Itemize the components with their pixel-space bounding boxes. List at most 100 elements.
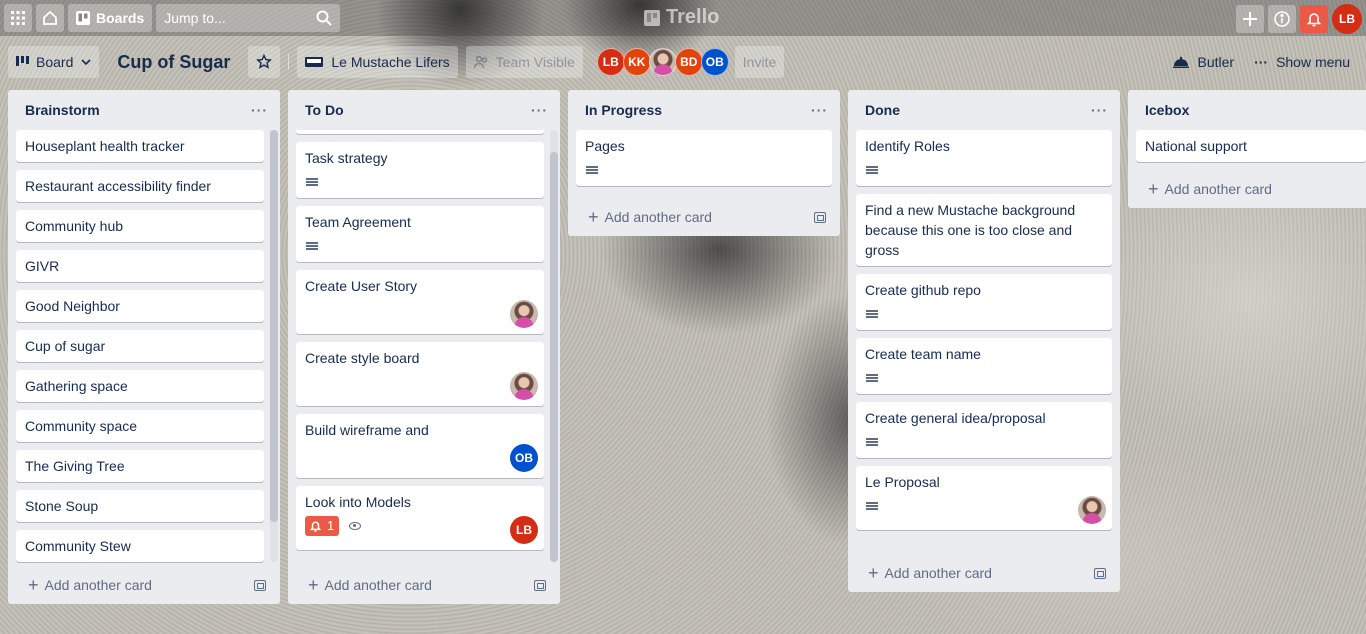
card[interactable]: Create general idea/proposal bbox=[856, 402, 1112, 458]
search-icon bbox=[316, 10, 332, 26]
search-input[interactable]: Jump to... bbox=[156, 4, 341, 32]
notification-count: 1 bbox=[327, 518, 335, 533]
card-template-icon[interactable] bbox=[254, 579, 266, 591]
card-title: Pages bbox=[585, 138, 625, 154]
boards-button[interactable]: Boards bbox=[68, 4, 153, 32]
trello-logo[interactable]: Trello bbox=[644, 6, 719, 29]
card-title: Create team name bbox=[865, 346, 981, 362]
card[interactable]: Find a new Mustache background because t… bbox=[856, 194, 1112, 266]
show-menu-button[interactable]: ··· Show menu bbox=[1246, 46, 1358, 78]
card[interactable]: Community space bbox=[16, 410, 264, 442]
list-scrollbar-thumb[interactable] bbox=[550, 152, 558, 562]
card[interactable]: Cup of sugar bbox=[16, 330, 264, 362]
card-template-icon[interactable] bbox=[1094, 567, 1106, 579]
list-title[interactable]: Brainstorm bbox=[25, 102, 100, 118]
card[interactable]: GIVR bbox=[16, 250, 264, 282]
card-title: Restaurant accessibility finder bbox=[25, 178, 211, 194]
add-card-button[interactable]: + Add another card bbox=[28, 576, 152, 594]
card-member-avatar[interactable]: OB bbox=[510, 444, 538, 472]
card[interactable]: Restaurant accessibility finder bbox=[16, 170, 264, 202]
notifications-button[interactable] bbox=[1300, 5, 1328, 33]
card-title: Build wireframe and bbox=[305, 422, 429, 438]
member-avatar-bd[interactable]: BD bbox=[674, 48, 703, 76]
card[interactable]: Pages bbox=[576, 130, 832, 186]
card[interactable]: Identify Roles bbox=[856, 130, 1112, 186]
card-title: National support bbox=[1145, 138, 1247, 154]
card[interactable]: Community hub bbox=[16, 210, 264, 242]
card[interactable]: Look into Models 1 LB bbox=[296, 486, 544, 550]
card[interactable]: Team Agreement bbox=[296, 206, 544, 262]
butler-button[interactable]: Butler bbox=[1165, 46, 1242, 78]
list-menu-icon[interactable]: ··· bbox=[811, 102, 828, 118]
team-button[interactable]: Le Mustache Lifers bbox=[297, 46, 458, 78]
card[interactable]: The Giving Tree bbox=[16, 450, 264, 482]
card[interactable]: Stone Soup bbox=[16, 490, 264, 522]
card[interactable]: Create github repo bbox=[856, 274, 1112, 330]
card-member-avatar[interactable] bbox=[1078, 496, 1106, 524]
member-avatar-lb[interactable]: LB bbox=[596, 48, 625, 76]
add-card-button[interactable]: + Add another card bbox=[308, 576, 432, 594]
board-view-label: Board bbox=[36, 54, 74, 70]
info-button[interactable] bbox=[1268, 5, 1296, 33]
chevron-down-icon bbox=[81, 59, 91, 65]
visibility-button[interactable]: Team Visible bbox=[465, 46, 583, 78]
add-card-button[interactable]: + Add another card bbox=[868, 564, 992, 582]
card[interactable]: Gathering space bbox=[16, 370, 264, 402]
card-member-avatar[interactable]: LB bbox=[510, 516, 538, 544]
bell-icon bbox=[310, 521, 321, 532]
apps-grid-button[interactable] bbox=[4, 4, 32, 32]
card-title: Good Neighbor bbox=[25, 298, 120, 314]
card[interactable]: Community Stew bbox=[16, 530, 264, 562]
card-template-icon[interactable] bbox=[534, 579, 546, 591]
board-title[interactable]: Cup of Sugar bbox=[107, 46, 240, 78]
member-avatar-ob[interactable]: OB bbox=[700, 48, 729, 76]
card-title: Houseplant health tracker bbox=[25, 138, 185, 154]
card-title: Gathering space bbox=[25, 378, 128, 394]
card[interactable]: National support bbox=[1136, 130, 1366, 162]
list-scrollbar[interactable] bbox=[270, 130, 278, 562]
board-view-icon bbox=[16, 56, 29, 66]
card[interactable]: Le Proposal bbox=[856, 466, 1112, 530]
add-card-button[interactable]: + Add another card bbox=[1148, 180, 1272, 198]
card-partial[interactable] bbox=[296, 130, 544, 134]
card-template-icon[interactable] bbox=[814, 211, 826, 223]
list-menu-icon[interactable]: ··· bbox=[1091, 102, 1108, 118]
list-scrollbar-thumb[interactable] bbox=[270, 130, 278, 522]
card[interactable]: Good Neighbor bbox=[16, 290, 264, 322]
card-member-avatar[interactable] bbox=[510, 372, 538, 400]
description-icon bbox=[866, 501, 878, 511]
card[interactable]: Task strategy bbox=[296, 142, 544, 198]
list-menu-icon[interactable]: ··· bbox=[531, 102, 548, 118]
card[interactable]: Create style board bbox=[296, 342, 544, 406]
list-title[interactable]: To Do bbox=[305, 102, 344, 118]
card-title: Cup of sugar bbox=[25, 338, 106, 354]
star-board-button[interactable] bbox=[248, 46, 281, 78]
plus-icon: + bbox=[588, 207, 599, 227]
plus-icon: + bbox=[308, 575, 319, 595]
list-scrollbar[interactable] bbox=[550, 130, 558, 562]
user-avatar[interactable]: LB bbox=[1332, 4, 1362, 34]
card[interactable]: Houseplant health tracker bbox=[16, 130, 264, 162]
create-button[interactable] bbox=[1236, 5, 1264, 33]
member-avatar-photo[interactable] bbox=[648, 48, 677, 76]
plus-icon bbox=[1243, 12, 1257, 26]
card[interactable]: Create team name bbox=[856, 338, 1112, 394]
list-title[interactable]: In Progress bbox=[585, 102, 662, 118]
card[interactable]: Build wireframe and OB bbox=[296, 414, 544, 478]
trello-logo-icon bbox=[644, 9, 660, 26]
home-button[interactable] bbox=[36, 4, 64, 32]
show-menu-label: Show menu bbox=[1276, 54, 1350, 70]
invite-button[interactable]: Invite bbox=[734, 46, 785, 78]
member-avatar-kk[interactable]: KK bbox=[622, 48, 651, 76]
list-title[interactable]: Done bbox=[865, 102, 900, 118]
card-member-avatar[interactable] bbox=[510, 300, 538, 328]
add-card-button[interactable]: + Add another card bbox=[588, 208, 712, 226]
card[interactable]: Create User Story bbox=[296, 270, 544, 334]
list-title[interactable]: Icebox bbox=[1145, 102, 1189, 118]
star-icon bbox=[256, 54, 273, 69]
list-icebox: Icebox National support + Add another ca… bbox=[1128, 90, 1366, 208]
list-brainstorm: Brainstorm ··· Houseplant health tracker… bbox=[8, 90, 280, 604]
list-menu-icon[interactable]: ··· bbox=[251, 102, 268, 118]
team-icon bbox=[305, 57, 324, 67]
board-view-switcher[interactable]: Board bbox=[8, 46, 100, 78]
